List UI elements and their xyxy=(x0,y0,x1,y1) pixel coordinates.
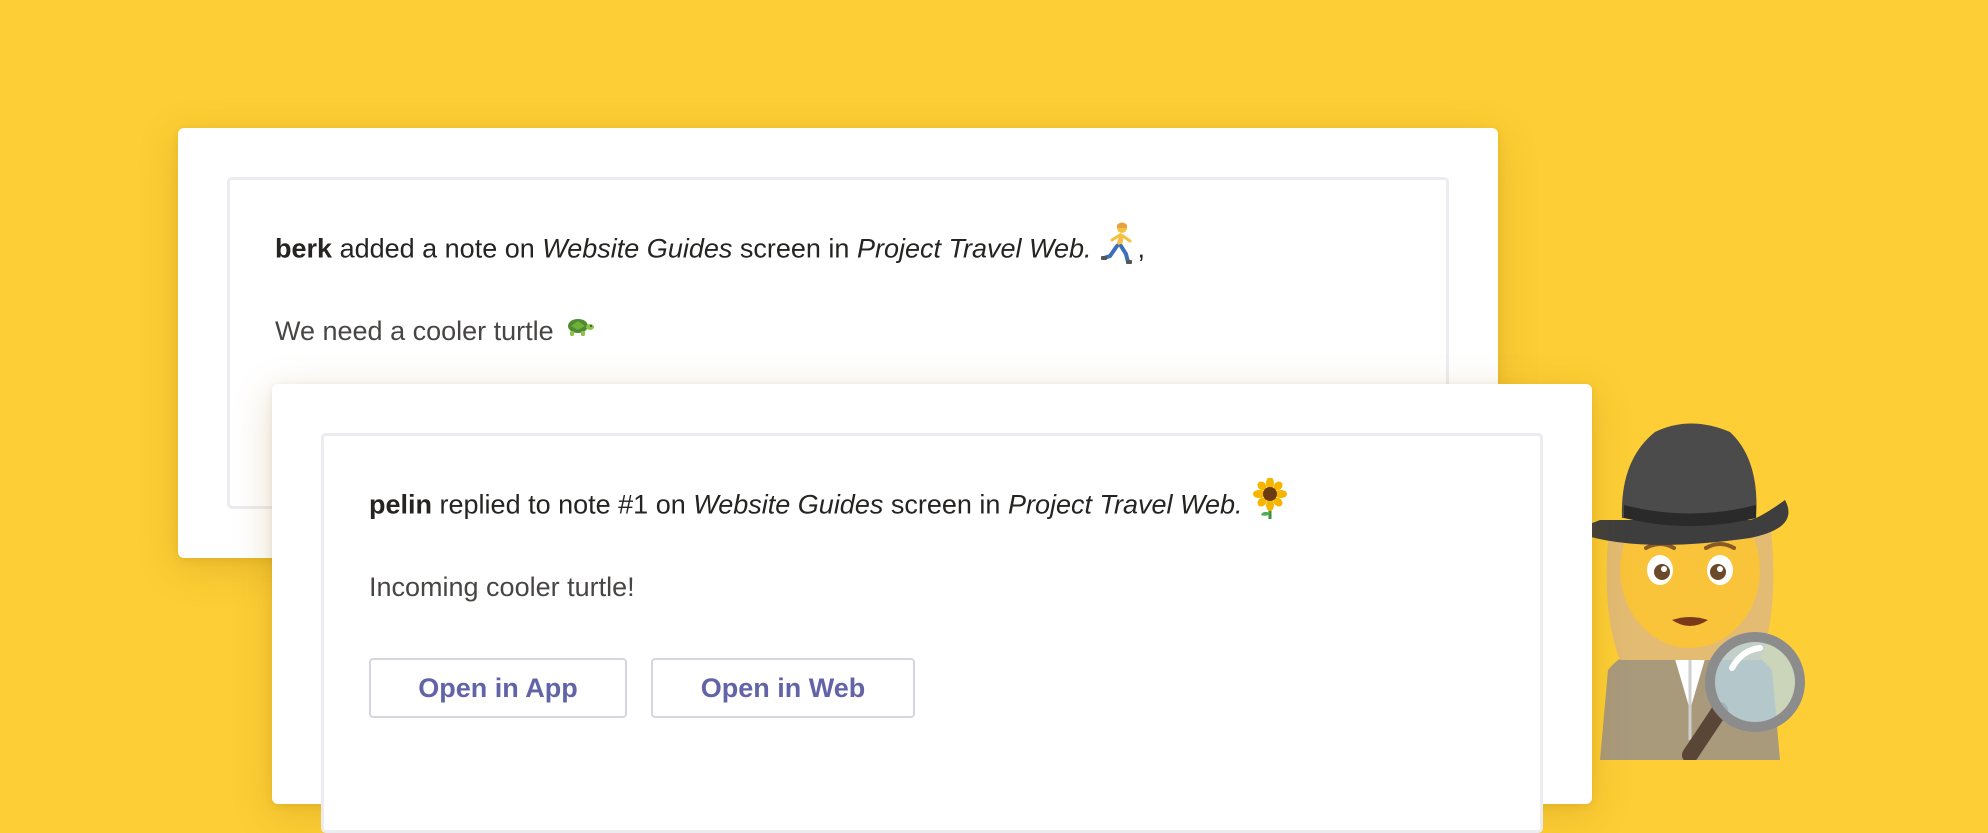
note-headline: berk added a note on Website Guides scre… xyxy=(275,222,1146,276)
note-author: berk xyxy=(275,233,333,264)
reply-author: pelin xyxy=(369,489,433,520)
reply-message: Incoming cooler turtle! xyxy=(369,572,635,602)
open-in-web-button[interactable]: Open in Web xyxy=(651,658,915,718)
reply-headline: pelin replied to note #1 on Website Guid… xyxy=(369,477,1289,532)
reply-card-inner: pelin replied to note #1 on Website Guid… xyxy=(321,433,1543,833)
note-screen-suffix: screen in xyxy=(739,233,850,264)
note-message: We need a cooler turtle xyxy=(275,313,595,351)
note-project: Project Travel Web. xyxy=(856,233,1092,264)
open-in-app-button[interactable]: Open in App xyxy=(369,658,627,718)
woman-detective-icon xyxy=(1560,410,1820,763)
reply-project: Project Travel Web. xyxy=(1007,489,1243,520)
woman-running-icon xyxy=(1100,222,1138,273)
reply-screen: Website Guides xyxy=(693,489,884,520)
reply-card: pelin replied to note #1 on Website Guid… xyxy=(272,384,1592,833)
note-screen: Website Guides xyxy=(542,233,733,264)
turtle-icon xyxy=(565,312,595,348)
note-trailing: , xyxy=(1137,233,1146,264)
reply-screen-suffix: screen in xyxy=(890,489,1001,520)
reply-action: replied to note #1 on xyxy=(439,489,686,520)
sunflower-icon xyxy=(1251,477,1289,529)
note-message-text: We need a cooler turtle xyxy=(275,316,554,346)
note-action: added a note on xyxy=(339,233,535,264)
